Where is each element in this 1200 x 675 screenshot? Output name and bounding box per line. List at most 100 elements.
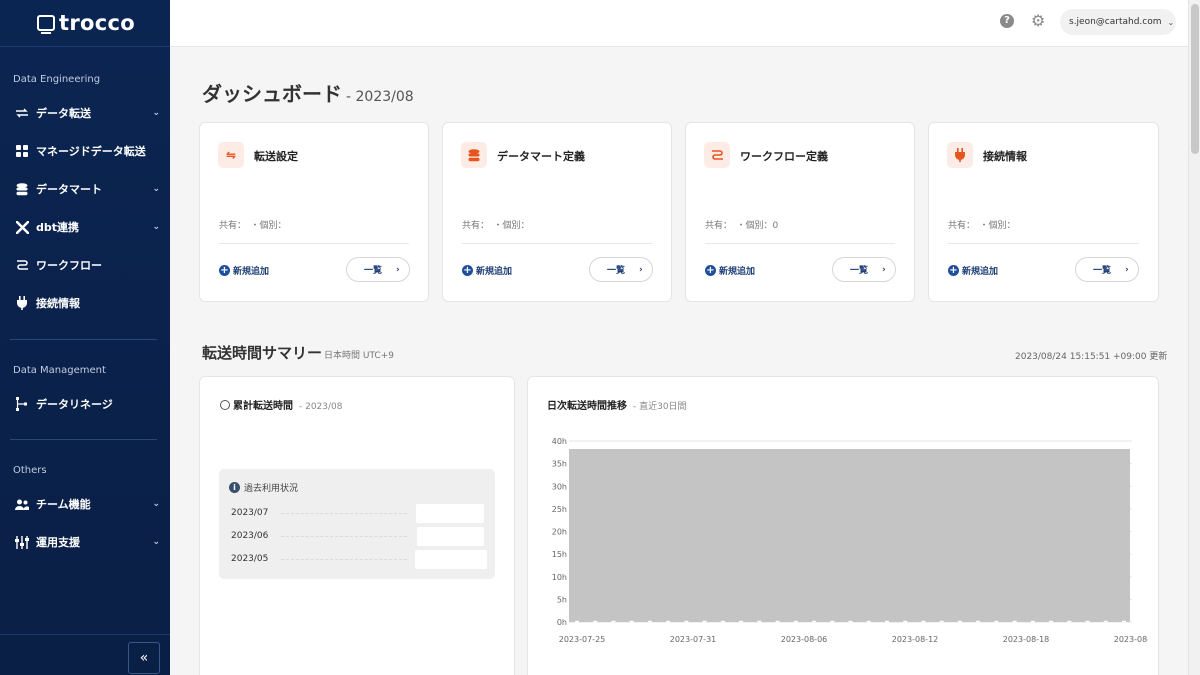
dotted-leader [281,513,407,514]
card-connections: 接続情報 共有： ・個別： + 新規追加 一覧 › [928,122,1159,302]
sidebar-item-managed-transfer[interactable]: マネージドデータ転送 [0,132,170,170]
chevron-down-icon: ⌄ [152,108,160,118]
info-icon: i [229,482,240,493]
lineage-icon [15,397,29,411]
stopwatch-icon [220,400,230,410]
daily-subtitle: - 直近30日間 [633,402,687,412]
usage-history-title: i 過去利用状況 [229,481,298,494]
history-value-placeholder [416,504,484,523]
card-transfer-settings: ⇋ 転送設定 共有： ・個別： + 新規追加 一覧 › [199,122,429,302]
app-name: trocco [59,11,135,35]
x-tick-label: 2023-07-31 [670,635,717,644]
database-icon [15,182,29,196]
top-bar: ? ⚙ s.jeon@cartahd.com ⌄ [170,0,1188,47]
user-email: s.jeon@cartahd.com [1069,17,1162,27]
gear-icon[interactable]: ⚙ [1031,12,1045,30]
list-label: 一覧 [1093,266,1112,276]
sidebar-item-ops-support[interactable]: 運用支援 ⌄ [0,523,170,561]
list-label: 一覧 [607,266,626,276]
plug-icon [947,142,973,168]
app-logo[interactable]: trocco [0,0,170,47]
transfer-icon [15,106,29,120]
help-icon[interactable]: ? [1000,14,1014,28]
section-label-others: Others [13,465,47,476]
team-icon [15,497,29,511]
daily-transfer-chart: 0h 5h 10h 15h 20h 25h 30h 35h 40h 2023-07-25 2023-… [552,437,1148,644]
x-tick-label: 2023-07-25 [559,635,606,644]
chevron-down-icon: ⌄ [152,499,160,509]
list-button[interactable]: 一覧 › [1075,257,1139,282]
sidebar-item-datamart[interactable]: データマート ⌄ [0,170,170,208]
sliders-icon [15,535,29,549]
plus-circle-icon: + [462,265,473,276]
collapse-sidebar-button[interactable]: « [128,642,160,674]
transfer-icon: ⇋ [218,142,244,168]
add-new-button[interactable]: + 新規追加 [705,264,755,277]
usage-history-title-text: 過去利用状況 [244,484,299,494]
sidebar-item-label: 接続情報 [36,297,80,310]
chevron-right-icon: › [396,264,400,275]
page-subtitle: - 2023/08 [346,89,414,105]
sidebar-item-dbt[interactable]: dbt連携 ⌄ [0,208,170,246]
add-new-label: 新規追加 [719,267,756,277]
workflow-icon [15,258,29,272]
sidebar-item-workflow[interactable]: ワークフロー [0,246,170,284]
card-workflow-definitions: ワークフロー定義 共有： ・個別：0 + 新規追加 一覧 › [685,122,915,302]
page-scrollbar[interactable] [1188,0,1200,675]
card-stats: 共有： ・個別： [219,221,287,231]
card-stats: 共有： ・個別：0 [705,221,779,231]
add-new-label: 新規追加 [962,267,999,277]
card-title: 転送設定 [254,150,298,163]
card-title: データマート定義 [497,150,585,163]
y-tick-label: 35h [552,460,567,469]
history-value-placeholder [415,550,487,569]
user-menu-button[interactable]: s.jeon@cartahd.com ⌄ [1060,9,1176,35]
timezone-label: 日本時間 UTC+9 [324,351,394,361]
sidebar-item-label: データリネージ [36,398,113,411]
plus-circle-icon: + [948,265,959,276]
page-title-text: ダッシュボード [202,82,342,106]
add-new-button[interactable]: + 新規追加 [462,264,512,277]
sidebar-item-label: データマート [36,183,102,196]
add-new-label: 新規追加 [233,267,270,277]
card-divider [705,243,895,244]
section-label-data-management: Data Management [13,365,106,376]
dotted-leader [281,536,407,537]
sidebar-item-label: dbt連携 [36,221,80,234]
last-updated: 2023/08/24 15:15:51 +09:00 更新 [1015,352,1168,362]
sidebar-item-label: データ転送 [36,107,91,120]
sidebar-item-connections[interactable]: 接続情報 [0,284,170,322]
history-row: 2023/07 [231,504,487,523]
cumulative-panel-title: 累計転送時間 - 2023/08 [220,397,343,412]
card-stats: 共有： ・個別： [462,221,530,231]
y-tick-label: 15h [552,550,567,559]
list-button[interactable]: 一覧 › [346,257,410,282]
history-month: 2023/05 [231,554,269,564]
sidebar-item-data-transfer[interactable]: データ転送 ⌄ [0,94,170,132]
add-new-button[interactable]: + 新規追加 [219,264,269,277]
chart-loading-placeholder [569,449,1130,622]
summary-title: 転送時間サマリー 日本時間 UTC+9 [202,342,394,363]
sidebar-item-team[interactable]: チーム機能 ⌄ [0,485,170,523]
add-new-button[interactable]: + 新規追加 [948,264,998,277]
page-title: ダッシュボード - 2023/08 [202,78,414,107]
sidebar-footer-divider [0,634,170,635]
scrollbar-thumb[interactable] [1191,4,1199,154]
x-tick-label: 2023-08-18 [1003,635,1050,644]
list-button[interactable]: 一覧 › [832,257,896,282]
sidebar-item-label: 運用支援 [36,536,80,549]
y-tick-label: 10h [552,573,567,582]
sidebar-item-data-lineage[interactable]: データリネージ [0,385,170,423]
plug-icon [15,296,29,310]
y-tick-label: 30h [552,482,567,491]
card-divider [462,243,652,244]
history-month: 2023/07 [231,508,269,518]
summary-title-text: 転送時間サマリー [202,344,323,362]
y-tick-label: 0h [557,618,567,627]
list-button[interactable]: 一覧 › [589,257,653,282]
grid-icon [15,144,29,158]
list-label: 一覧 [850,266,869,276]
card-stats: 共有： ・個別： [948,221,1016,231]
x-tick-label: 2023-08-24 [1114,635,1148,644]
chevron-down-icon: ⌄ [152,537,160,547]
